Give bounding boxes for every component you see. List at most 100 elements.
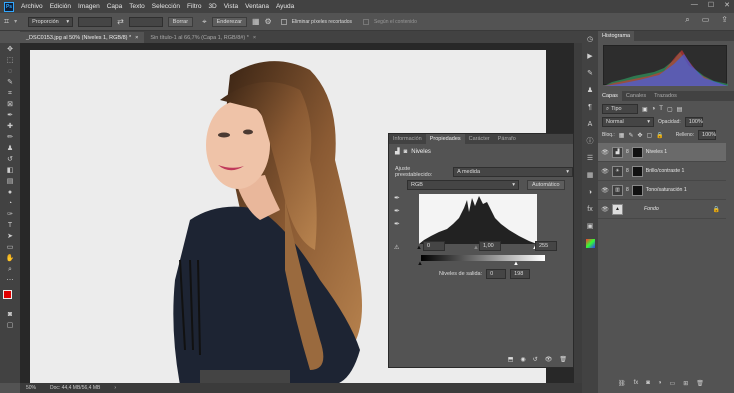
paragraph-panel-icon[interactable]: ¶ (586, 103, 595, 112)
visibility-eye-icon[interactable]: 👁 (601, 149, 609, 156)
tab-propiedades[interactable]: Propiedades (425, 134, 465, 144)
lock-paint-icon[interactable]: ✎ (628, 132, 633, 139)
canvas-vertical-scrollbar[interactable] (574, 43, 582, 383)
eyedropper-icon[interactable]: ✒ (3, 112, 17, 120)
lock-all-icon[interactable]: 🔒 (656, 132, 663, 139)
lock-pixels-icon[interactable]: ▦ (619, 132, 625, 139)
lasso-tool-icon[interactable]: ◌ (3, 68, 17, 76)
layer-name[interactable]: Brillo/contraste 1 (646, 168, 685, 174)
view-previous-icon[interactable]: ◉ (520, 356, 525, 363)
layer-name[interactable]: Niveles 1 (646, 149, 667, 155)
status-arrow-icon[interactable]: › (114, 385, 116, 391)
blend-mode-select[interactable]: Normal ▾ (602, 117, 654, 127)
lock-move-icon[interactable]: ✥ (638, 132, 643, 139)
frame-tool-icon[interactable]: ⊠ (3, 101, 17, 109)
shape-tool-icon[interactable]: ▭ (3, 244, 17, 252)
color-swatches[interactable] (3, 290, 17, 304)
properties-panel-icon[interactable]: ☰ (586, 154, 595, 163)
height-field[interactable] (128, 16, 163, 27)
straighten-button[interactable]: Enderezar (211, 16, 247, 27)
add-mask-icon[interactable]: ◙ (646, 380, 650, 387)
width-field[interactable] (78, 16, 113, 27)
marquee-tool-icon[interactable]: ⬚ (3, 57, 17, 65)
type-tool-icon[interactable]: T (3, 222, 17, 230)
close-icon[interactable]: × (135, 35, 138, 41)
brush-panel-icon[interactable]: ✎ (586, 69, 595, 78)
filter-adjust-icon[interactable]: ◑ (652, 106, 656, 112)
move-tool-icon[interactable]: ✥ (3, 46, 17, 54)
zoom-tool-icon[interactable]: ⌕ (3, 266, 17, 274)
menu-imagen[interactable]: Imagen (78, 3, 100, 10)
white-output-slider[interactable]: ▲ (513, 261, 519, 267)
styles-panel-icon[interactable]: fx (586, 205, 595, 214)
clone-stamp-icon[interactable]: ♟ (3, 145, 17, 153)
more-tools-icon[interactable]: ⋯ (3, 277, 17, 285)
libraries-panel-icon[interactable]: ▣ (586, 222, 595, 231)
lock-artboard-icon[interactable]: ▢ (647, 132, 653, 139)
new-adjustment-icon[interactable]: ◑ (658, 380, 662, 387)
layer-row-brillo[interactable]: 👁 ☀ 8 Brillo/contraste 1 (598, 162, 726, 181)
layer-row-fondo[interactable]: 👁 ▲ Fondo 🔒 (598, 200, 726, 219)
info-panel-icon[interactable]: ⓘ (586, 137, 595, 146)
menu-ayuda[interactable]: Ayuda (276, 3, 294, 10)
share-icon[interactable]: ⇪ (721, 15, 728, 25)
visibility-eye-icon[interactable]: 👁 (601, 168, 609, 175)
layer-name[interactable]: Fondo (644, 206, 659, 212)
close-icon[interactable]: × (253, 35, 256, 41)
black-point-eyedropper-icon[interactable]: ✒ (394, 194, 400, 202)
color-panel-icon[interactable] (585, 239, 595, 248)
path-select-icon[interactable]: ➤ (3, 233, 17, 241)
ratio-select[interactable]: Proporción ▾ (28, 16, 74, 27)
clear-button[interactable]: Borrar (167, 16, 194, 27)
layer-mask-thumb[interactable] (631, 146, 643, 158)
channel-select[interactable]: RGB ▾ (407, 180, 519, 190)
brush-tool-icon[interactable]: ✏ (3, 134, 17, 142)
tab-canales[interactable]: Canales (622, 91, 650, 101)
opacity-field[interactable]: 100% (684, 117, 703, 127)
clip-to-layer-icon[interactable]: ⬒ (508, 356, 514, 363)
eraser-icon[interactable]: ◧ (3, 167, 17, 175)
gray-point-eyedropper-icon[interactable]: ✒ (394, 207, 400, 215)
menu-texto[interactable]: Texto (129, 3, 145, 10)
layer-mask-thumb[interactable] (631, 165, 643, 177)
input-white-field[interactable]: 255 (535, 241, 557, 251)
gear-icon[interactable]: ⚙ (265, 17, 272, 26)
clone-source-icon[interactable]: ♟ (586, 86, 595, 95)
menu-filtro[interactable]: Filtro (187, 3, 201, 10)
workspace-icon[interactable]: ▭ (702, 15, 710, 25)
output-black-field[interactable]: 0 (486, 269, 507, 279)
menu-seleccion[interactable]: Selección (152, 3, 180, 10)
character-panel-icon[interactable]: A (586, 120, 595, 129)
trash-icon[interactable]: 🗑 (696, 380, 704, 387)
tab-caracter[interactable]: Carácter (465, 134, 494, 144)
history-brush-icon[interactable]: ↺ (3, 156, 17, 164)
visibility-eye-icon[interactable]: 👁 (545, 356, 553, 363)
preset-select[interactable]: A medida ▾ (453, 167, 573, 177)
visibility-eye-icon[interactable]: 👁 (601, 206, 609, 213)
delete-cropped-checkbox[interactable] (280, 18, 287, 25)
visibility-eye-icon[interactable]: 👁 (601, 187, 609, 194)
menu-archivo[interactable]: Archivo (21, 3, 43, 10)
layer-name[interactable]: Tono/saturación 1 (646, 187, 687, 193)
layer-row-niveles[interactable]: 👁 ▟ 8 Niveles 1 (598, 143, 726, 162)
quick-mask-icon[interactable]: ◙ (3, 311, 17, 319)
zoom-level[interactable]: 50% (26, 385, 36, 391)
quick-select-icon[interactable]: ✎ (3, 79, 17, 87)
menu-ventana[interactable]: Ventana (245, 3, 269, 10)
minimize-icon[interactable]: — (691, 1, 698, 9)
link-layers-icon[interactable]: ⛓ (618, 380, 626, 387)
tab-informacion[interactable]: Información (389, 134, 426, 144)
auto-button[interactable]: Automático (527, 180, 565, 190)
tab-dsc0153[interactable]: _DSC0153.jpg al 50% (Niveles 1, RGB/8) *… (20, 32, 145, 43)
foreground-color[interactable] (3, 290, 12, 299)
tab-histogram[interactable]: Histograma (598, 31, 635, 41)
crop-tool-icon[interactable]: ⌗ (4, 16, 9, 27)
blur-icon[interactable]: ● (3, 189, 17, 197)
close-icon[interactable]: ✕ (724, 1, 730, 9)
actions-panel-icon[interactable]: ▶ (586, 52, 595, 61)
tab-sin-titulo[interactable]: Sin título-1 al 66,7% (Capa 1, RGB/8#) *… (144, 32, 262, 43)
dodge-icon[interactable]: ◔ (3, 200, 17, 208)
output-white-field[interactable]: 198 (510, 269, 531, 279)
tab-capas[interactable]: Capas (598, 91, 622, 101)
white-point-eyedropper-icon[interactable]: ✒ (394, 220, 400, 228)
